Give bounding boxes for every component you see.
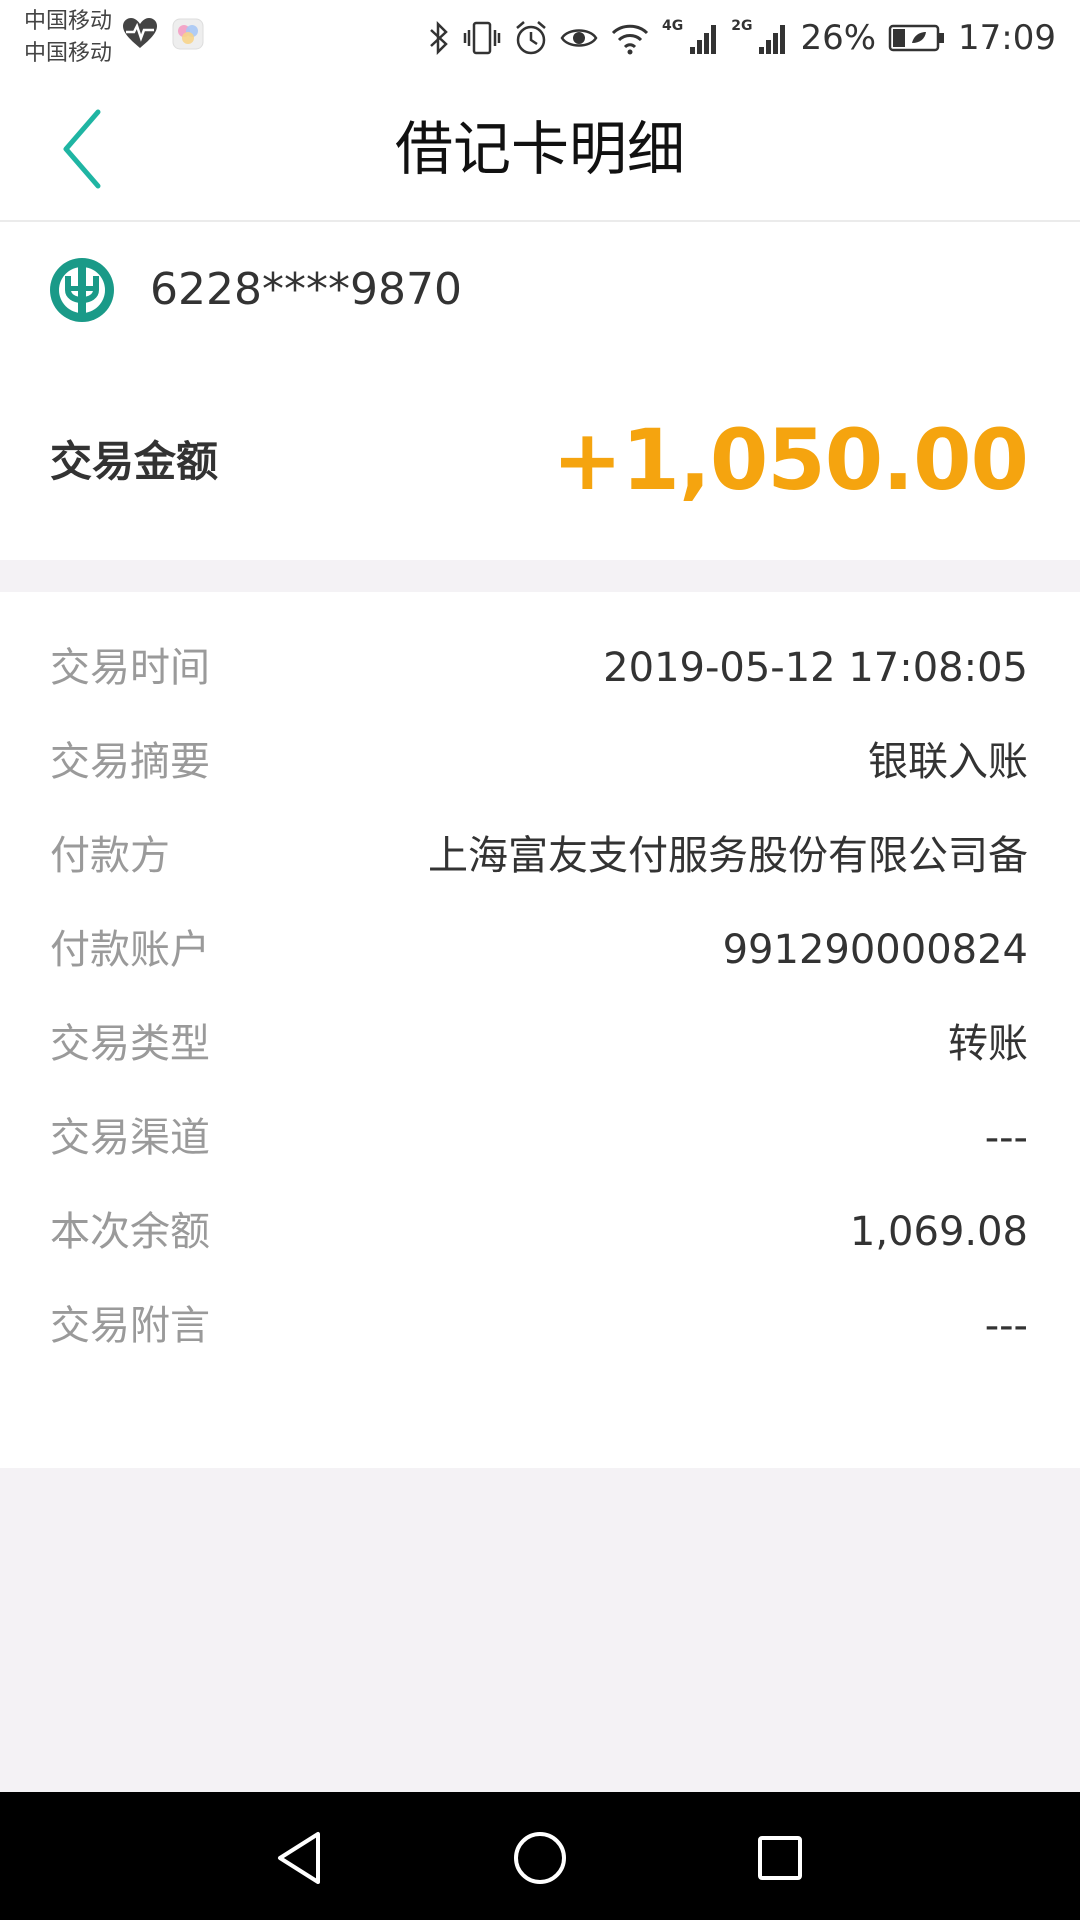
- detail-label: 本次余额: [50, 1209, 210, 1255]
- signal-icon-2: [758, 21, 788, 55]
- wifi-icon: [610, 21, 650, 55]
- clock: 17:09: [958, 18, 1056, 58]
- status-bar: 中国移动 中国移动 4G 2G 26% 17:09: [0, 0, 1080, 76]
- square-recents-icon: [758, 1836, 802, 1880]
- triangle-back-icon: [278, 1832, 320, 1884]
- signal-icon: [689, 21, 719, 55]
- detail-row-payer-account: 付款账户 991290000824: [0, 904, 1080, 998]
- card-number: 6228****9870: [150, 264, 462, 315]
- battery-percent: 26%: [800, 18, 877, 58]
- detail-value: 上海富友支付服务股份有限公司备: [428, 833, 1028, 879]
- detail-value: 991290000824: [722, 927, 1028, 973]
- network-2g-label: 2G: [731, 18, 753, 34]
- detail-value: ---: [984, 1115, 1028, 1161]
- alarm-icon: [514, 20, 548, 56]
- status-right: 4G 2G 26% 17:09: [428, 14, 1056, 62]
- nav-recents-button[interactable]: [748, 1826, 812, 1890]
- detail-value: 转账: [948, 1021, 1028, 1067]
- detail-row-transaction-time: 交易时间 2019-05-12 17:08:05: [0, 622, 1080, 716]
- detail-value: ---: [984, 1303, 1028, 1349]
- detail-row-remark: 交易附言 ---: [0, 1280, 1080, 1374]
- screen: 中国移动 中国移动 4G 2G 26% 17:09 借记卡明细 6228****…: [0, 0, 1080, 1920]
- card-section: 6228****9870 交易金额 +1,050.00: [0, 222, 1080, 560]
- detail-label: 交易摘要: [50, 739, 210, 785]
- bank-logo-icon: [48, 256, 116, 324]
- app-icon: [172, 18, 204, 54]
- vibrate-icon: [462, 20, 502, 56]
- carrier-1: 中国移动: [24, 9, 113, 34]
- nav-back-button[interactable]: [268, 1826, 332, 1890]
- carrier-info: 中国移动 中国移动: [24, 6, 112, 70]
- carrier-2: 中国移动: [24, 41, 113, 66]
- detail-label: 付款账户: [50, 927, 210, 973]
- heartbeat-icon: [122, 18, 158, 54]
- detail-value: 2019-05-12 17:08:05: [603, 645, 1028, 691]
- detail-row-transaction-type: 交易类型 转账: [0, 998, 1080, 1092]
- details-section: 交易时间 2019-05-12 17:08:05 交易摘要 银联入账 付款方 上…: [0, 592, 1080, 1468]
- header: 借记卡明细: [0, 76, 1080, 222]
- detail-row-payer: 付款方 上海富友支付服务股份有限公司备: [0, 810, 1080, 904]
- network-4g-label: 4G: [661, 18, 684, 34]
- detail-label: 交易渠道: [50, 1115, 210, 1161]
- eye-comfort-icon: [560, 23, 598, 53]
- detail-row-summary: 交易摘要 银联入账: [0, 716, 1080, 810]
- detail-value: 1,069.08: [849, 1209, 1028, 1255]
- amount-value: +1,050.00: [552, 411, 1029, 509]
- detail-value: 银联入账: [868, 739, 1028, 785]
- detail-label: 交易附言: [50, 1303, 210, 1349]
- status-left-icons: [122, 18, 204, 54]
- detail-label: 交易类型: [50, 1021, 210, 1067]
- amount-label: 交易金额: [50, 437, 219, 486]
- battery-icon: [888, 23, 946, 53]
- navigation-bar: [0, 1792, 1080, 1920]
- detail-label: 付款方: [50, 833, 170, 879]
- detail-label: 交易时间: [50, 645, 210, 691]
- detail-row-channel: 交易渠道 ---: [0, 1092, 1080, 1186]
- nav-home-button[interactable]: [508, 1826, 572, 1890]
- page-title: 借记卡明细: [394, 115, 685, 183]
- detail-row-balance: 本次余额 1,069.08: [0, 1186, 1080, 1280]
- bluetooth-icon: [428, 20, 450, 56]
- circle-home-icon: [514, 1832, 566, 1884]
